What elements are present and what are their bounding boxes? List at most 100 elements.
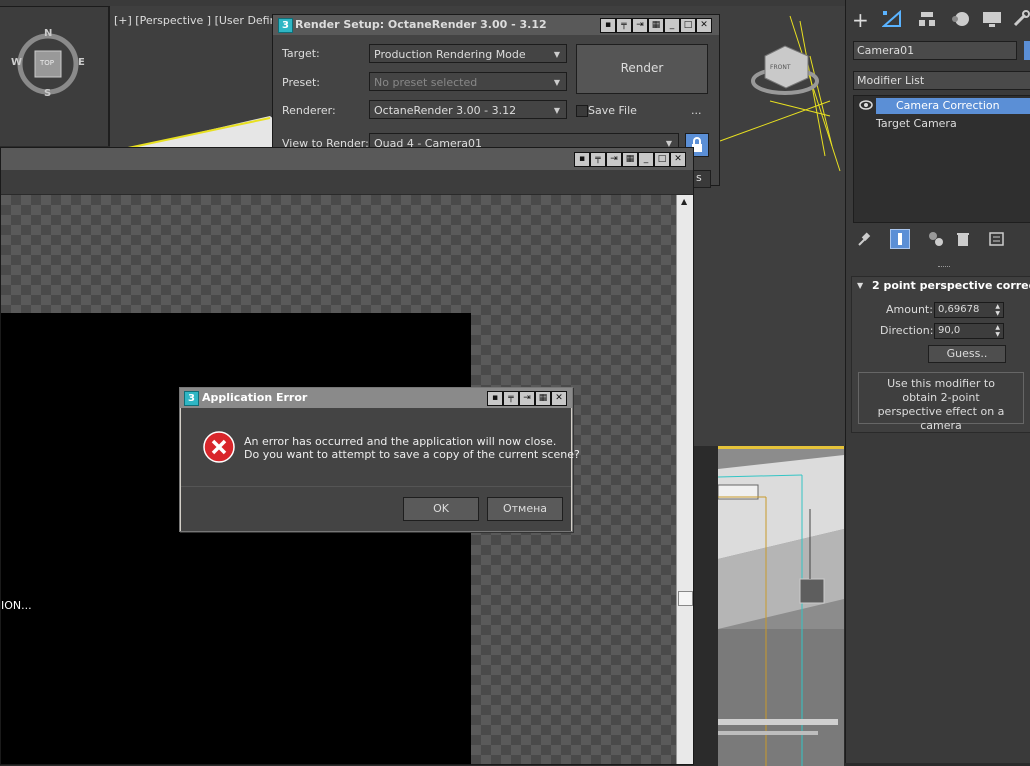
compass-w: W <box>11 57 23 68</box>
compass-n: N <box>44 28 53 39</box>
target-label: Target: <box>282 47 320 60</box>
renderer-label: Renderer: <box>282 104 336 117</box>
vertical-scrollbar[interactable]: ▲ <box>676 195 693 764</box>
modifier-stack[interactable]: Camera Correction Target Camera <box>853 95 1030 223</box>
close-icon[interactable]: ✕ <box>551 391 567 406</box>
ok-button[interactable]: OK <box>403 497 479 521</box>
close-icon[interactable]: ✕ <box>696 18 712 33</box>
help-text-box: Use this modifier to obtain 2-point pers… <box>858 372 1024 432</box>
show-end-result-icon[interactable] <box>890 229 910 249</box>
save-file-checkbox[interactable] <box>576 105 588 117</box>
direction-value: 90,0 <box>938 325 961 336</box>
preset-dropdown[interactable]: No preset selected ▼ <box>369 72 567 91</box>
preset-value: No preset selected <box>374 76 478 89</box>
viewport-camera[interactable] <box>718 446 844 766</box>
compass-e: E <box>78 57 85 68</box>
viewcube-top-label: TOP <box>40 59 55 67</box>
window-dock-icon[interactable]: ⇥ <box>606 152 622 167</box>
object-color-swatch[interactable] <box>1024 41 1030 60</box>
error-message-line1: An error has occurred and the applicatio… <box>244 435 557 448</box>
chevron-down-icon: ▼ <box>553 78 560 87</box>
cancel-button[interactable]: Отмена <box>487 497 563 521</box>
minimize-icon[interactable]: _ <box>664 18 680 33</box>
amount-spinner[interactable]: 0,69678 ▲ ▼ <box>934 302 1004 318</box>
modifier-list-dropdown[interactable]: Modifier List <box>853 71 1030 90</box>
remove-modifier-icon[interactable] <box>956 231 970 250</box>
window-menu-icon[interactable]: ▪ <box>600 18 616 33</box>
save-file-browse-button[interactable]: ... <box>691 104 702 117</box>
frame-window-titlebar[interactable]: ▪ ╤ ⇥ ▦ _ □ ✕ <box>1 148 693 170</box>
render-setup-title: Render Setup: OctaneRender 3.00 - 3.12 <box>295 18 547 31</box>
stack-item-camera-correction[interactable]: Camera Correction <box>854 98 1030 114</box>
save-file-label: Save File <box>588 104 637 117</box>
window-float-icon[interactable]: ▦ <box>622 152 638 167</box>
stack-item-camera-correction-label: Camera Correction <box>876 98 1030 114</box>
app-logo-icon: 3 <box>278 18 293 33</box>
perspective-rollout: ▼ 2 point perspective correc Amount: 0,6… <box>851 276 1030 433</box>
render-status-text: ION... <box>1 599 32 612</box>
stack-item-target-camera[interactable]: Target Camera <box>876 116 957 132</box>
rollout-title[interactable]: 2 point perspective correc <box>872 279 1030 292</box>
eye-icon[interactable] <box>859 99 873 114</box>
panel-resize-grip[interactable] <box>938 266 950 270</box>
maximize-icon[interactable]: □ <box>680 18 696 33</box>
rollout-collapse-icon[interactable]: ▼ <box>857 281 863 290</box>
application-error-dialog[interactable]: 3 Application Error ▪ ╤ ⇥ ▦ ✕ An error h… <box>179 387 580 532</box>
window-pin-icon[interactable]: ╤ <box>503 391 519 406</box>
configure-sets-icon[interactable] <box>989 231 1005 250</box>
hierarchy-tab-icon[interactable] <box>918 10 936 31</box>
window-pin-icon[interactable]: ╤ <box>590 152 606 167</box>
frame-toolbar <box>1 170 693 195</box>
minimize-icon[interactable]: _ <box>638 152 654 167</box>
guess-button[interactable]: Guess.. <box>928 345 1006 363</box>
camera-cube-label: FRONT <box>770 64 791 71</box>
window-pin-icon[interactable]: ╤ <box>616 18 632 33</box>
renderer-dropdown[interactable]: OctaneRender 3.00 - 3.12 ▼ <box>369 100 567 119</box>
direction-spinner[interactable]: 90,0 ▲ ▼ <box>934 323 1004 339</box>
window-dock-icon[interactable]: ⇥ <box>519 391 535 406</box>
window-menu-icon[interactable]: ▪ <box>487 391 503 406</box>
window-dock-icon[interactable]: ⇥ <box>632 18 648 33</box>
error-title: Application Error <box>202 391 308 404</box>
renderer-value: OctaneRender 3.00 - 3.12 <box>374 104 517 117</box>
error-titlebar[interactable]: 3 Application Error ▪ ╤ ⇥ ▦ ✕ <box>180 388 572 408</box>
pin-stack-icon[interactable] <box>857 231 871 250</box>
utilities-tab-icon[interactable] <box>1012 10 1030 31</box>
object-name-field[interactable]: Camera01 <box>853 41 1017 60</box>
render-setup-titlebar[interactable]: 3 Render Setup: OctaneRender 3.00 - 3.12… <box>273 15 719 35</box>
chevron-down-icon: ▼ <box>553 106 560 115</box>
window-float-icon[interactable]: ▦ <box>648 18 664 33</box>
display-tab-icon[interactable] <box>982 10 1002 31</box>
render-setup-tab[interactable]: s <box>691 170 711 188</box>
window-float-icon[interactable]: ▦ <box>535 391 551 406</box>
spinner-arrows-icon[interactable]: ▲ ▼ <box>995 303 1000 317</box>
direction-label: Direction: <box>880 324 934 337</box>
modifier-list-label: Modifier List <box>857 74 925 87</box>
stack-toolbar <box>853 228 1030 252</box>
target-dropdown[interactable]: Production Rendering Mode ▼ <box>369 44 567 63</box>
preset-label: Preset: <box>282 76 321 89</box>
error-message-line2: Do you want to attempt to save a copy of… <box>244 448 580 461</box>
error-body: An error has occurred and the applicatio… <box>181 408 580 486</box>
scroll-up-icon[interactable]: ▲ <box>681 197 687 206</box>
spinner-arrows-icon[interactable]: ▲ ▼ <box>995 324 1000 338</box>
app-logo-icon: 3 <box>184 391 199 406</box>
window-menu-icon[interactable]: ▪ <box>574 152 590 167</box>
chevron-down-icon: ▼ <box>553 50 560 59</box>
make-unique-icon[interactable] <box>927 231 945 250</box>
viewport-top-left[interactable]: N S W E TOP <box>0 6 108 146</box>
modify-tab-icon[interactable] <box>881 9 902 28</box>
close-icon[interactable]: ✕ <box>670 152 686 167</box>
amount-label: Amount: <box>886 303 933 316</box>
error-button-bar: OK Отмена <box>181 486 571 531</box>
compass-s: S <box>44 88 52 99</box>
viewcube-compass[interactable]: N S W E TOP <box>11 28 85 99</box>
render-black-area: ION... <box>1 313 471 764</box>
error-icon <box>203 431 235 466</box>
render-button[interactable]: Render <box>576 44 708 94</box>
scene-render-icon <box>718 449 844 766</box>
motion-tab-icon[interactable] <box>950 10 970 31</box>
maximize-icon[interactable]: □ <box>654 152 670 167</box>
scrollbar-thumb[interactable] <box>678 591 693 606</box>
create-tab-icon[interactable]: + <box>852 8 869 32</box>
